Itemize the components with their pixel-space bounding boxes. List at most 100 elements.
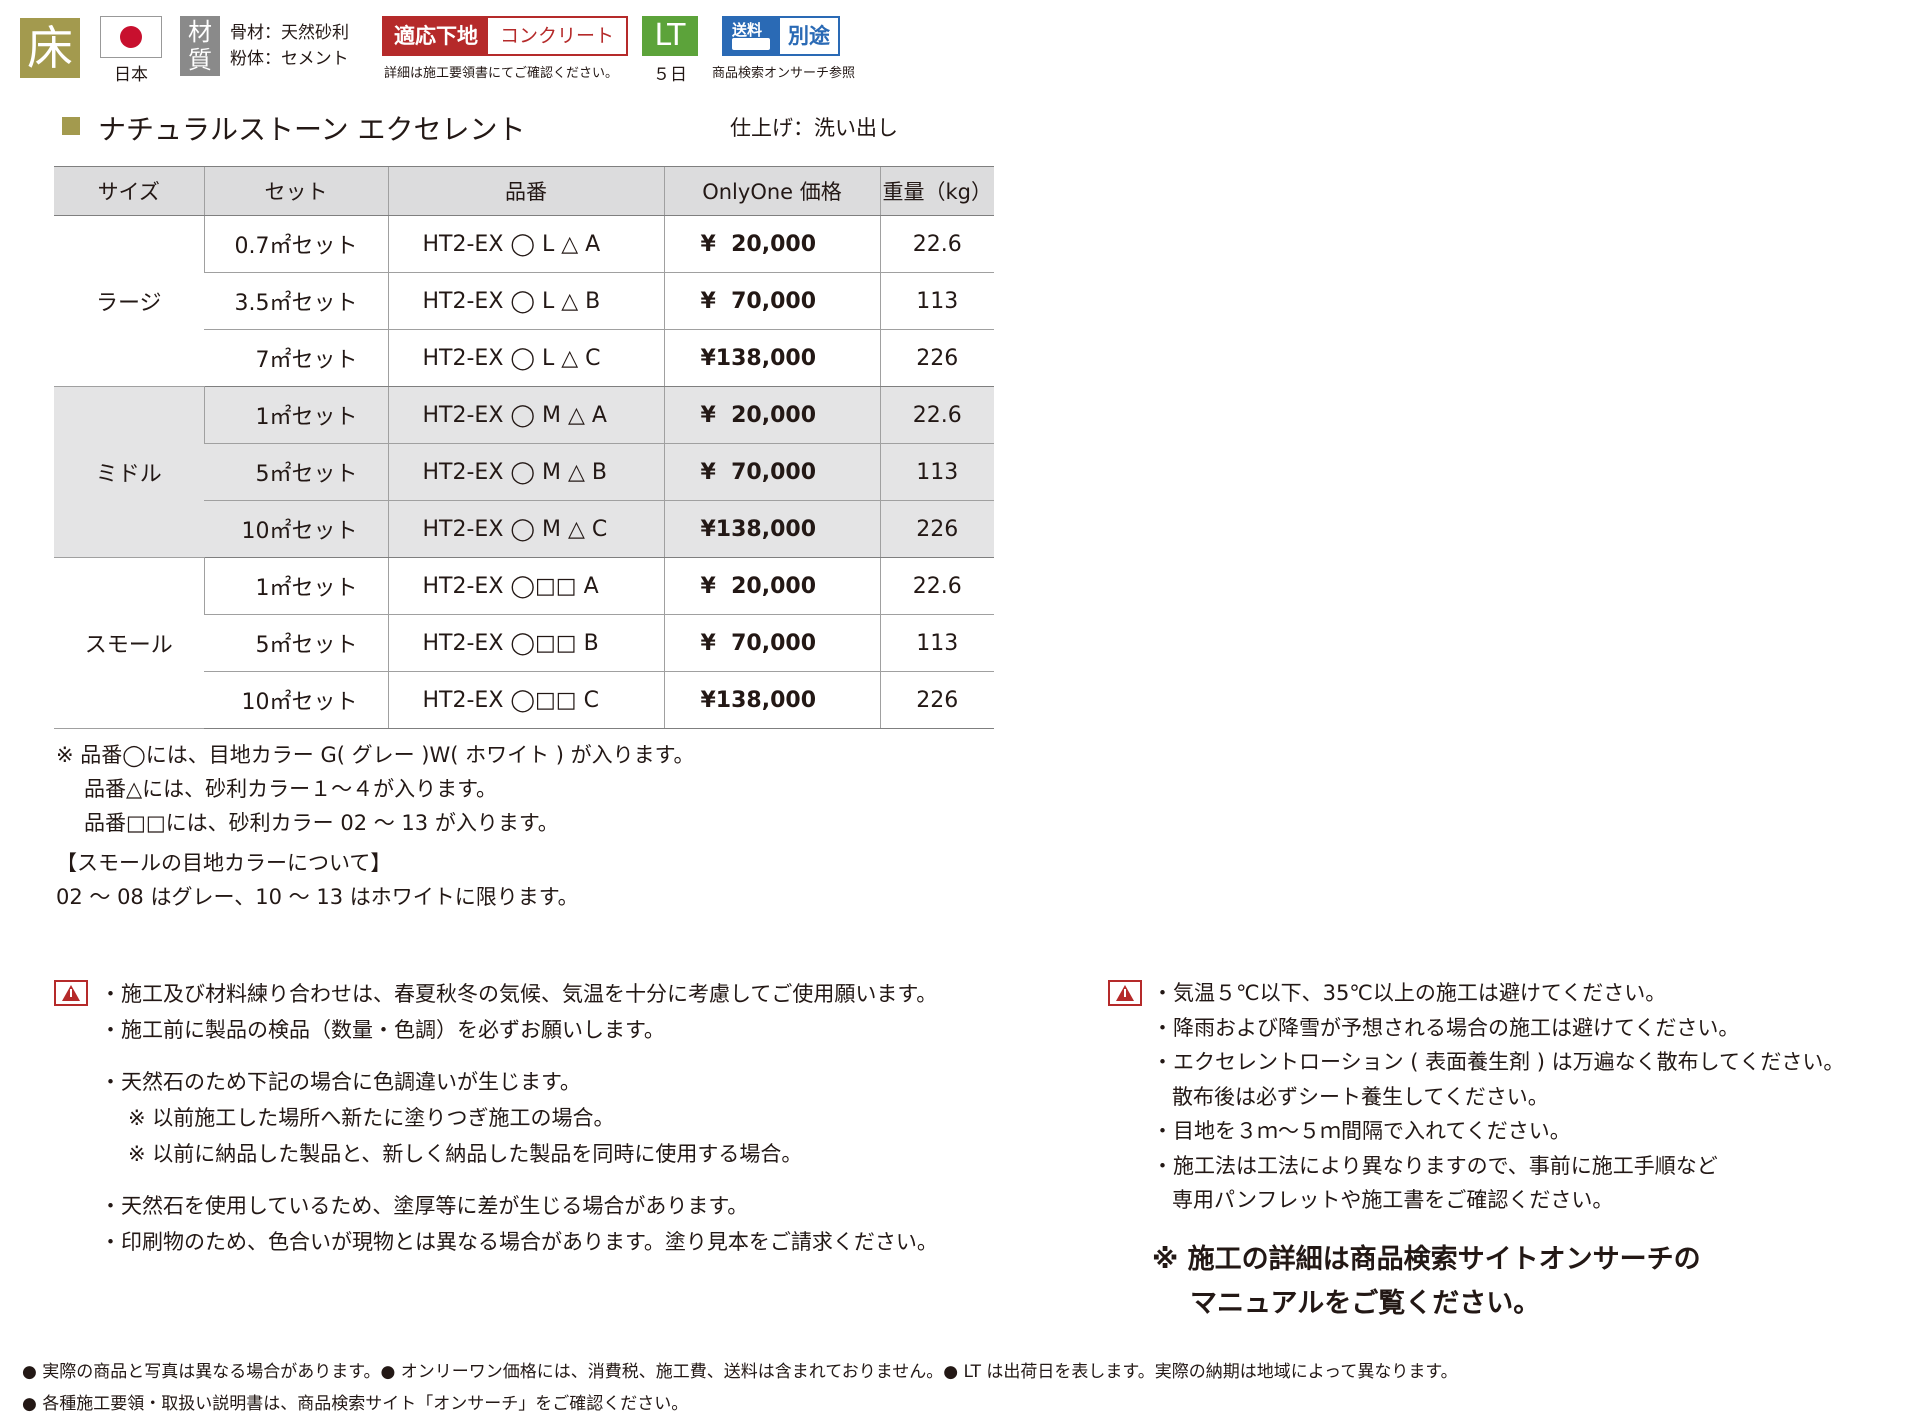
weight-cell: 226 [879, 329, 994, 387]
table-header-row: サイズ セット 品番 OnlyOne 価格 重量（kg） [54, 166, 994, 216]
caution-line: ・施工法は工法により異なりますので、事前に施工手順など [1152, 1153, 1718, 1178]
caution-line: ・天然石を使用しているため、塗厚等に差が生じる場合があります。 [100, 1194, 749, 1218]
code-cell: HT2-EX ◯ M △ B [387, 443, 664, 501]
caution-line: ・気温５℃以下、35℃以上の施工は避けてください。 [1152, 981, 1667, 1005]
caution-line: ※ 以前に納品した製品と、新しく納品した製品を同時に使用する場合。 [128, 1142, 803, 1166]
manual-reference-note: ※ 施工の詳細は商品検索サイトオンサーチの マニュアルをご覧ください。 [1152, 1238, 1701, 1326]
price-cell: ¥138,000 [663, 500, 880, 558]
powder-label: 粉体：セメント [230, 49, 349, 69]
set-cell: 1㎡セット [203, 557, 388, 615]
title-square-icon [62, 117, 80, 135]
weight-cell: 22.6 [879, 215, 994, 273]
note-heading: 【スモールの目地カラーについて】 [56, 851, 392, 875]
set-cell: 0.7㎡セット [203, 215, 388, 273]
material-badge: 材質 [180, 16, 220, 76]
finish-label: 仕上げ：洗い出し [730, 116, 898, 140]
code-cell: HT2-EX ◯ L △ A [387, 215, 664, 273]
set-cell: 10㎡セット [204, 671, 388, 729]
japan-flag-icon [100, 16, 162, 58]
floor-category-badge: 床 [20, 18, 80, 78]
weight-cell: 113 [879, 443, 994, 501]
substrate-value: コンクリート [488, 18, 627, 54]
caution-line: ・降雨および降雪が予想される場合の施工は避けてください。 [1152, 1015, 1740, 1040]
emphasis-line: ※ 施工の詳細は商品検索サイトオンサーチの [1152, 1244, 1701, 1275]
small-joint-color-note: 【スモールの目地カラーについて】 02 ～ 08 はグレー、10 ～ 13 はホ… [56, 846, 579, 914]
weight-cell: 226 [879, 500, 994, 558]
product-title: ナチュラルストーン エクセレント [98, 113, 526, 146]
table-row: スモール 1㎡セット HT2-EX ◯□□ A ¥ 20,000 22.6 [54, 557, 994, 729]
shipping-note: 商品検索オンサーチ参照 [712, 66, 856, 81]
footer-line: ● 実際の商品と写真は異なる場合があります。● オンリーワン価格には、消費税、施… [22, 1362, 1458, 1382]
emphasis-line: マニュアルをご覧ください。 [1190, 1288, 1541, 1319]
price-cell: ¥ 70,000 [663, 272, 880, 330]
weight-cell: 226 [879, 671, 994, 729]
code-notes: ※ 品番◯には、目地カラー G( グレー )W( ホワイト ) が入ります。 品… [56, 738, 695, 840]
set-cell: 5㎡セット [204, 614, 388, 672]
price-cell: ¥138,000 [663, 329, 880, 387]
caution-line: ・目地を３ｍ～５ｍ間隔で入れてください。 [1152, 1119, 1571, 1143]
size-cell: ミドル [54, 386, 204, 558]
caution-line: ・施工及び材料練り合わせは、春夏秋冬の気候、気温を十分に考慮してご使用願います。 [100, 982, 938, 1006]
weight-cell: 22.6 [879, 557, 994, 615]
weight-cell: 113 [879, 614, 994, 672]
warning-icon [54, 980, 88, 1006]
material-info: 骨材：天然砂利 粉体：セメント [230, 20, 349, 72]
warning-icon [1108, 980, 1142, 1006]
table-row: ラージ 0.7㎡セット HT2-EX ◯ L △ A ¥ 20,000 22.6 [54, 215, 994, 387]
lead-time-days: ５日 [653, 65, 687, 85]
price-cell: ¥ 20,000 [663, 215, 880, 273]
caution-line: ・施工前に製品の検品（数量・色調）を必ずお願いします。 [100, 1018, 665, 1042]
size-cell: スモール [54, 557, 204, 729]
col-header-set: セット [203, 166, 388, 216]
caution-line: ・エクセレントローション ( 表面養生剤 ) は万遍なく散布してください。 [1152, 1050, 1845, 1074]
weight-cell: 22.6 [879, 386, 994, 444]
caution-line: ・天然石のため下記の場合に色調違いが生じます。 [100, 1070, 581, 1094]
col-header-price: OnlyOne 価格 [663, 166, 880, 216]
caution-line: 専用パンフレットや施工書をご確認ください。 [1172, 1188, 1614, 1212]
col-header-weight: 重量（kg） [879, 166, 994, 216]
cautions-left: ・施工及び材料練り合わせは、春夏秋冬の気候、気温を十分に考慮してご使用願います。… [100, 976, 938, 1260]
country-label: 日本 [114, 65, 148, 85]
lead-time-badge: LT [642, 16, 698, 56]
caution-line: 散布後は必ずシート養生してください。 [1172, 1084, 1549, 1109]
note-line: 品番△には、砂利カラー１～４が入ります。 [84, 777, 498, 801]
code-cell: HT2-EX ◯ M △ A [387, 386, 664, 444]
note-line: ※ 品番◯には、目地カラー G( グレー )W( ホワイト ) が入ります。 [56, 743, 695, 767]
shipping-value: 別途 [780, 18, 838, 54]
set-cell: 5㎡セット [204, 443, 388, 501]
code-cell: HT2-EX ◯ M △ C [387, 500, 664, 558]
price-table: サイズ セット 品番 OnlyOne 価格 重量（kg） ラージ 0.7㎡セット… [54, 166, 994, 729]
price-cell: ¥ 70,000 [663, 443, 880, 501]
footer-notes: ● 実際の商品と写真は異なる場合があります。● オンリーワン価格には、消費税、施… [22, 1356, 1458, 1420]
code-cell: HT2-EX ◯ L △ B [387, 272, 664, 330]
footer-line: ● 各種施工要領・取扱い説明書は、商品検索サイト「オンサーチ」をご確認ください。 [22, 1394, 689, 1414]
shipping-badge: 送料 別途 [722, 16, 840, 56]
substrate-label: 適応下地 [384, 18, 488, 54]
col-header-code: 品番 [387, 166, 664, 216]
col-header-size: サイズ [54, 166, 204, 216]
code-cell: HT2-EX ◯ L △ C [387, 329, 664, 387]
substrate-badge: 適応下地 コンクリート [382, 16, 629, 56]
substrate-note: 詳細は施工要領書にてご確認ください。 [384, 66, 619, 81]
set-cell: 10㎡セット [204, 500, 388, 558]
cautions-right: ・気温５℃以下、35℃以上の施工は避けてください。 ・降雨および降雪が予想される… [1152, 976, 1844, 1218]
price-cell: ¥ 70,000 [663, 614, 880, 672]
code-cell: HT2-EX ◯□□ C [387, 671, 664, 729]
price-cell: ¥ 20,000 [663, 557, 880, 615]
price-cell: ¥138,000 [663, 671, 880, 729]
set-cell: 7㎡セット [204, 329, 388, 387]
aggregate-label: 骨材：天然砂利 [230, 23, 349, 43]
code-cell: HT2-EX ◯□□ A [387, 557, 664, 615]
note-line: 品番□□には、砂利カラー 02 ～ 13 が入ります。 [84, 811, 559, 835]
caution-line: ※ 以前施工した場所へ新たに塗りつぎ施工の場合。 [128, 1106, 615, 1130]
price-cell: ¥ 20,000 [663, 386, 880, 444]
truck-icon: 送料 [724, 18, 780, 54]
weight-cell: 113 [879, 272, 994, 330]
caution-line: ・印刷物のため、色合いが現物とは異なる場合があります。塗り見本をご請求ください。 [100, 1230, 938, 1254]
note-line: 02 ～ 08 はグレー、10 ～ 13 はホワイトに限ります。 [56, 885, 579, 909]
set-cell: 3.5㎡セット [204, 272, 388, 330]
set-cell: 1㎡セット [203, 386, 388, 444]
size-cell: ラージ [54, 215, 204, 387]
code-cell: HT2-EX ◯□□ B [387, 614, 664, 672]
table-row: ミドル 1㎡セット HT2-EX ◯ M △ A ¥ 20,000 22.6 [54, 386, 994, 558]
